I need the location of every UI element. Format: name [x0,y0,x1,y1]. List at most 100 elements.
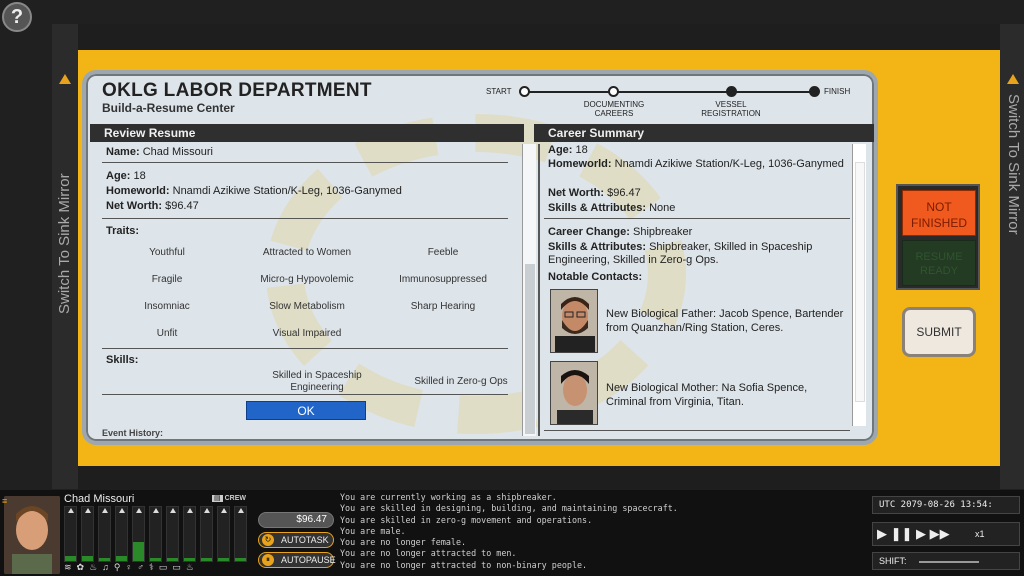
money-display: $96.47 [258,512,334,528]
ok-button[interactable]: OK [246,401,366,420]
trait-item: Visual Impaired [272,328,342,339]
stat-meters [64,506,256,568]
bottom-frame [78,466,1000,490]
meter-arrow-icon [221,508,227,513]
career-scrollbar-thumb[interactable] [855,162,865,402]
divider [102,348,508,349]
mother-contact-text: New Biological Mother: Na Sofia Spence, … [606,382,808,408]
autopause-label: AUTOPAUSE [281,555,336,565]
arrow-up-icon [59,74,71,84]
top-frame [78,24,1000,50]
menu-icon[interactable]: ≡ [2,496,10,506]
stat-meter [183,506,196,562]
log-line: You are male. [340,525,406,536]
help-icon[interactable]: ? [2,2,32,32]
switch-mirror-left-tab[interactable]: Switch To Sink Mirror [52,24,78,489]
stat-meter [81,506,94,562]
stat-meter [166,506,179,562]
review-scrollbar-thumb[interactable] [525,264,535,434]
meter-arrow-icon [187,508,193,513]
meter-arrow-icon [68,508,74,513]
event-log[interactable]: You are currently working as a shipbreak… [340,492,860,576]
log-line: You are skilled in zero-g movement and o… [340,514,593,525]
speed-label: x1 [975,529,985,539]
pause-icon[interactable]: ❚❚ [891,526,913,541]
career-summary-header: Career Summary [534,124,874,142]
career-homeworld-row: Homeworld: Nnamdi Azikiwe Station/K-Leg,… [548,158,848,171]
page-subtitle: Build-a-Resume Center [102,101,235,115]
networth-row: Net Worth: $96.47 [106,200,199,212]
resume-panel: OKLG LABOR DEPARTMENT Build-a-Resume Cen… [82,70,878,445]
player-name: Chad Missouri [64,493,135,505]
play-icon[interactable]: ▶ [916,526,926,541]
trait-item: Feeble [427,247,459,258]
autopause-button[interactable]: ⏸ AUTOPAUSE [258,552,336,568]
progress-line [524,91,816,93]
page-title: OKLG LABOR DEPARTMENT [102,80,372,101]
progress-tracker: START DOCUMENTING CAREERS VESSEL REGISTR… [486,82,856,122]
meter-fill [116,555,127,561]
player-avatar[interactable] [4,496,60,574]
stat-meter [149,506,162,562]
meter-fill [201,558,212,561]
trait-item: Youthful [149,247,185,258]
age-row: Age: 18 [106,170,146,182]
shift-slider[interactable] [919,561,979,563]
career-summary-content[interactable]: Age: 18 Homeworld: Nnamdi Azikiwe Statio… [544,144,854,434]
career-skills-value: None [649,202,676,214]
step-finish-dot [809,86,820,97]
shift-label: SHIFT: [879,556,907,566]
career-skills2-label: Skills & Attributes: [548,241,646,253]
career-skills-row: Skills & Attributes: None [548,202,848,215]
career-age-label: Age: [548,144,573,156]
switch-mirror-right-tab[interactable]: Switch To Sink Mirror [1000,24,1024,489]
trait-item: Unfit [156,328,178,339]
career-change-label: Career Change: [548,226,630,238]
crew-tab[interactable]: ▤ CREW [212,494,246,502]
meter-arrow-icon [204,508,210,513]
meter-fill [150,558,161,561]
fast-forward-icon[interactable]: ▶▶ [930,526,950,541]
homeworld-row: Homeworld: Nnamdi Azikiwe Station/K-Leg,… [106,185,402,197]
resume-ready-indicator: RESUME READY [902,240,976,286]
networth-label: Net Worth: [106,200,163,212]
divider [544,430,850,431]
career-scrollbar[interactable] [852,144,866,426]
homeworld-value: Nnamdi Azikiwe Station/K-Leg, 1036-Ganym… [172,185,402,197]
log-line: You are skilled in designing, building, … [340,503,678,514]
step-back-icon[interactable]: ▶ [877,526,887,541]
shift-control[interactable]: SHIFT: [872,552,1020,570]
father-contact-text: New Biological Father: Jacob Spence, Bar… [606,308,844,334]
meter-arrow-icon [170,508,176,513]
career-skills-label: Skills & Attributes: [548,202,646,214]
not-finished-indicator: NOT FINISHED [902,190,976,236]
bottom-hud: ≡ Chad Missouri ▤ CREW ≋✿♨♫⚲♀♂⚕▭▭♨ $96.47… [0,490,1024,576]
contacts-label: Notable Contacts: [548,271,643,283]
meter-fill [82,555,93,561]
step-start-dot [519,86,530,97]
career-skills2-row: Skills & Attributes: Shipbreaker, Skille… [548,241,848,267]
divider [102,162,508,163]
submit-button[interactable]: SUBMIT [902,307,976,357]
divider [102,394,508,395]
autotask-button[interactable]: ↻ AUTOTASK [258,532,334,548]
trait-item: Immunosuppressed [399,274,487,285]
networth-value: $96.47 [165,200,199,212]
arrow-up-icon [1007,74,1019,84]
autotask-icon: ↻ [262,534,274,546]
step-vessel-dot [726,86,737,97]
log-line: You are no longer female. [340,537,467,548]
career-networth-row: Net Worth: $96.47 [548,187,848,200]
game-screen: ? Switch To Sink Mirror Switch To Sink M… [0,0,1024,576]
career-networth-value: $96.47 [607,187,641,199]
stat-meter-icons: ≋✿♨♫⚲♀♂⚕▭▭♨ [64,562,199,572]
review-scrollbar[interactable] [522,144,536,436]
stat-meter [98,506,111,562]
age-value: 18 [133,170,146,182]
review-resume-header: Review Resume [90,124,524,142]
time-controls: ▶ ❚❚ ▶ ▶▶ x1 [872,522,1020,546]
review-resume-content[interactable]: Name: Chad Missouri Age: 18 Homeworld: N… [102,144,508,438]
divider [544,218,850,219]
autopause-icon: ⏸ [262,554,274,566]
stat-meter [115,506,128,562]
